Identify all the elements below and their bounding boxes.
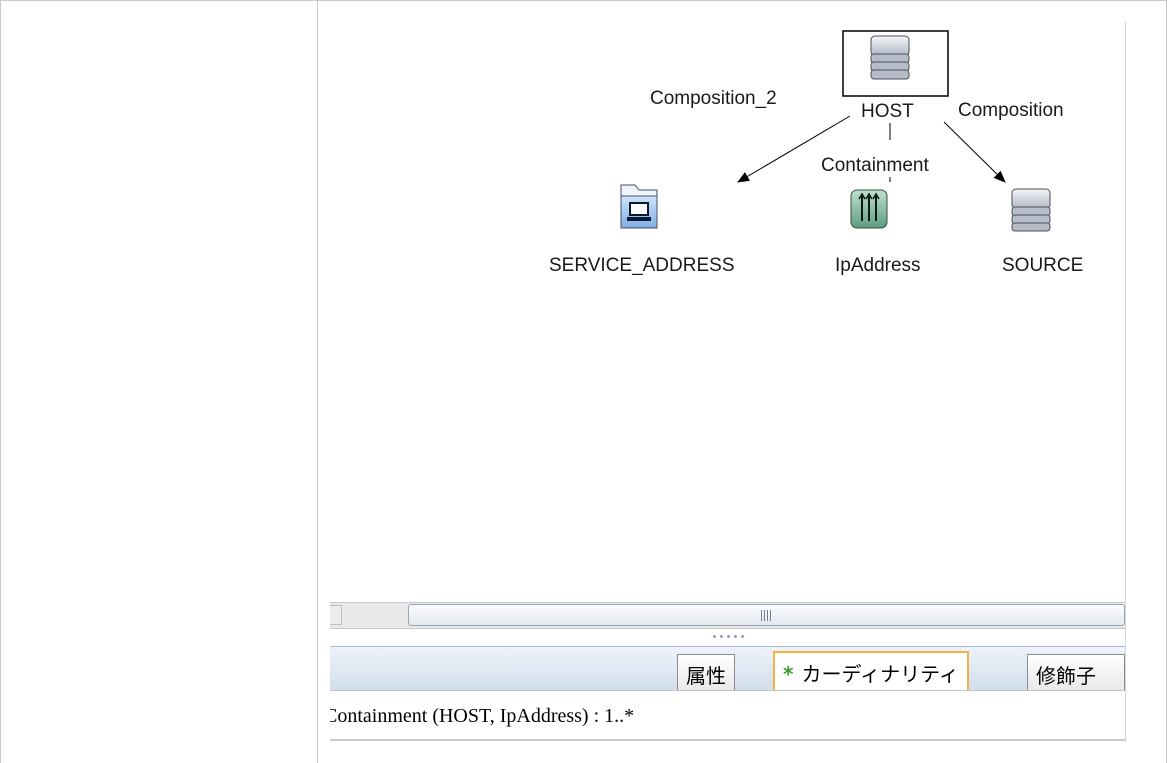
- splitter-grip-icon: [710, 634, 745, 639]
- tab-qualifiers[interactable]: 修飾子: [1027, 654, 1125, 691]
- active-star-icon: *: [783, 662, 794, 686]
- scrollbar-thumb[interactable]: [408, 604, 1125, 626]
- tab-label: 修飾子: [1036, 664, 1096, 688]
- horizontal-scrollbar[interactable]: [330, 602, 1125, 629]
- cardinality-editor-panel: HOST SERVICE_ADDRESS IpAddress SOURCE Co…: [330, 22, 1125, 742]
- tab-cardinality[interactable]: * カーディナリティ: [773, 651, 969, 691]
- edge-label-composition-2: Composition_2: [650, 88, 777, 109]
- ip-address-icon: [850, 189, 888, 229]
- panel-right-edge: [1125, 22, 1126, 742]
- node-ipaddress[interactable]: [850, 189, 888, 229]
- frame-column-divider: [317, 0, 318, 763]
- edge-composition[interactable]: [943, 121, 1006, 183]
- tab-label: カーディナリティ: [801, 662, 959, 686]
- cardinality-text: Containment (HOST, IpAddress) : 1..*: [330, 705, 635, 727]
- panel-bottom-border: [330, 739, 1125, 741]
- folder-computer-icon: [620, 184, 658, 229]
- database-icon: [1011, 188, 1051, 232]
- node-label-host: HOST: [861, 101, 914, 122]
- edge-label-composition: Composition: [958, 100, 1064, 121]
- edge-label-containment: Containment: [821, 155, 929, 176]
- node-label-source: SOURCE: [1002, 255, 1084, 276]
- node-service-address[interactable]: [620, 184, 658, 229]
- grip-icon: [760, 610, 773, 621]
- tab-attributes[interactable]: 属性: [677, 654, 735, 691]
- node-host[interactable]: [842, 30, 949, 97]
- panel-splitter[interactable]: [330, 629, 1125, 646]
- scroll-left-button[interactable]: [330, 605, 342, 625]
- node-source[interactable]: [1011, 188, 1051, 232]
- frame-left-border: [0, 0, 1, 763]
- cardinality-expression: Containment (HOST, IpAddress) : 1..*: [330, 690, 1125, 742]
- tab-label: 属性: [686, 664, 726, 688]
- frame-top-border: [0, 0, 1167, 1]
- diagram-canvas: HOST SERVICE_ADDRESS IpAddress SOURCE Co…: [330, 22, 1125, 602]
- node-label-service-address: SERVICE_ADDRESS: [549, 255, 735, 276]
- node-label-ipaddress: IpAddress: [835, 255, 921, 276]
- tab-bar: 属性 * カーディナリティ 修飾子: [330, 646, 1125, 691]
- database-icon: [870, 35, 910, 80]
